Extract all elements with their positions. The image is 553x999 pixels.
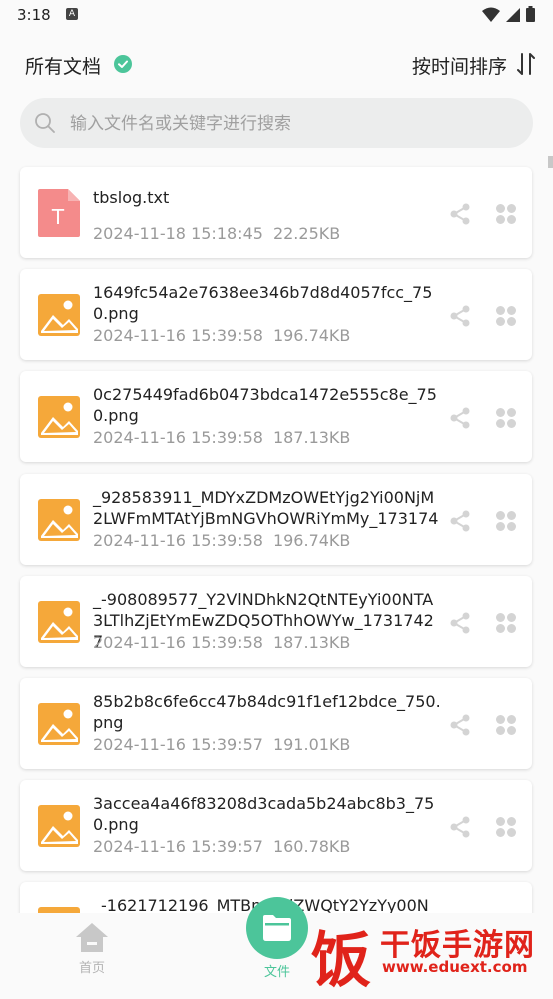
tab-files-label: 文件 [263, 965, 290, 980]
file-date: 2024-11-16 15:39:58 [93, 632, 263, 652]
text-file-icon: T [38, 189, 80, 237]
file-meta: 2024-11-18 15:18:45 22.25KB [93, 224, 340, 243]
sort-button[interactable]: 按时间排序 [412, 52, 507, 79]
file-date: 2024-11-16 15:39:57 [93, 837, 263, 857]
page-title[interactable]: 所有文档 [25, 52, 101, 79]
share-icon[interactable] [449, 612, 471, 634]
file-name: 3accea4a46f83208d3cada5b24abc8b3_750.png [93, 794, 435, 835]
file-card[interactable]: _-908089577_Y2VlNDhkN2QtNTEyYi00NTA3LTlh… [20, 575, 532, 667]
file-card[interactable]: _928583911_MDYxZDMzOWEtYjg2Yi00NjM2LWFmM… [20, 473, 532, 565]
share-icon[interactable] [449, 305, 471, 327]
four-petal-menu-icon[interactable] [495, 510, 517, 532]
four-petal-menu-icon[interactable] [495, 407, 517, 429]
file-card[interactable]: 0c275449fad6b0473bdca1472e555c8e_750.png… [20, 371, 532, 463]
image-file-icon [38, 600, 80, 643]
four-petal-menu-icon[interactable] [495, 203, 517, 225]
file-size: 187.13KB [272, 428, 351, 448]
file-meta: 2024-11-16 15:39:57 191.01KB [93, 735, 350, 754]
file-card[interactable]: 85b2b8c6fe6cc47b84dc91f1ef12bdce_750.png… [20, 678, 532, 769]
search-icon [35, 113, 55, 133]
file-meta: 2024-11-16 15:39:58 187.13KB [93, 633, 350, 652]
file-list: Ttbslog.txt 2024-11-18 15:18:45 22.25KB 164… [0, 165, 553, 913]
home-icon [76, 923, 108, 952]
header: 所有文档 按时间排序 [0, 40, 553, 88]
search-bar[interactable] [20, 98, 533, 150]
file-meta: 2024-11-16 15:39:57 160.78KB [93, 837, 350, 856]
wifi-icon [482, 7, 500, 22]
image-file-icon [38, 703, 80, 745]
file-name: tbslog.txt [93, 188, 170, 207]
file-date: 2024-11-16 15:39:58 [93, 326, 263, 346]
file-date: 2024-11-16 15:39:58 [93, 530, 263, 550]
tab-home[interactable]: 首页 [70, 921, 114, 976]
search-input[interactable] [68, 98, 512, 150]
file-card[interactable]: Ttbslog.txt 2024-11-18 15:18:45 22.25KB [20, 167, 532, 258]
file-name: 1649fc54a2e7638ee346b7d8d4057fcc_750.png [93, 283, 433, 324]
image-file-icon [38, 907, 80, 913]
image-file-icon [38, 294, 80, 337]
share-icon[interactable] [449, 714, 471, 736]
file-meta: 2024-11-16 15:39:58 196.74KB [93, 531, 350, 550]
file-size: 22.25KB [272, 224, 341, 243]
file-date: 2024-11-16 15:39:57 [93, 735, 263, 754]
file-meta: 2024-11-16 15:39:58 187.13KB [93, 428, 350, 447]
sort-arrows-icon[interactable] [517, 52, 535, 76]
file-size: 196.74KB [272, 530, 351, 550]
file-size: 160.78KB [272, 837, 351, 857]
watermark-url: www.eduext.com [382, 958, 528, 976]
status-time: 3:18 [17, 6, 51, 24]
file-size: 196.74KB [272, 326, 351, 346]
file-card[interactable]: 3accea4a46f83208d3cada5b24abc8b3_750.png… [20, 780, 532, 872]
notification-badge: A [66, 8, 78, 20]
svg-text:T: T [51, 205, 65, 229]
tab-files[interactable]: 文件 [245, 897, 309, 980]
file-name: 85b2b8c6fe6cc47b84dc91f1ef12bdce_750.png [93, 692, 441, 732]
system-icons [482, 6, 535, 22]
watermark-char: 饭 [311, 926, 371, 996]
watermark-logo: 饭 干饭手游网 www.eduext.com [305, 910, 553, 996]
image-file-icon [38, 396, 80, 439]
folder-icon [263, 915, 291, 941]
image-file-icon [38, 805, 80, 848]
four-petal-menu-icon[interactable] [495, 714, 517, 736]
file-name: 0c275449fad6b0473bdca1472e555c8e_750.png [93, 385, 437, 426]
tab-home-label: 首页 [78, 961, 105, 976]
file-date: 2024-11-16 15:39:58 [93, 428, 263, 448]
share-icon[interactable] [449, 203, 471, 225]
file-name: _928583911_MDYxZDMzOWEtYjg2Yi00NjM2LWFmM… [93, 487, 439, 528]
file-size: 191.01KB [272, 735, 351, 754]
folder-button[interactable] [246, 897, 308, 959]
four-petal-menu-icon[interactable] [495, 305, 517, 327]
file-card[interactable]: 1649fc54a2e7638ee346b7d8d4057fcc_750.png… [20, 269, 532, 361]
battery-icon [526, 6, 535, 22]
four-petal-menu-icon[interactable] [495, 816, 517, 838]
check-icon [114, 55, 132, 73]
file-meta: 2024-11-16 15:39:58 196.74KB [93, 326, 350, 345]
status-bar: 3:18 A [0, 0, 553, 32]
signal-icon [506, 7, 520, 22]
share-icon[interactable] [449, 510, 471, 532]
image-file-icon [38, 498, 80, 541]
four-petal-menu-icon[interactable] [495, 612, 517, 634]
file-date: 2024-11-18 15:18:45 [93, 224, 263, 243]
file-size: 187.13KB [272, 632, 351, 652]
share-icon[interactable] [449, 816, 471, 838]
share-icon[interactable] [449, 407, 471, 429]
